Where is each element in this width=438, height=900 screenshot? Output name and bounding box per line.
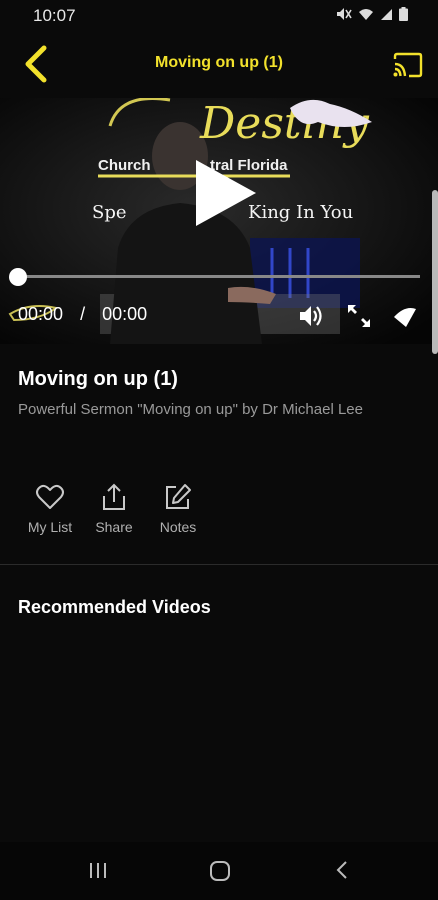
thumbnail-church-left: Church bbox=[98, 157, 151, 174]
share-label: Share bbox=[95, 519, 133, 535]
status-icons bbox=[336, 7, 408, 26]
volume-icon bbox=[300, 306, 322, 326]
home-button[interactable] bbox=[209, 860, 231, 887]
page-title: Moving on up (1) bbox=[155, 54, 283, 71]
fullscreen-button[interactable] bbox=[346, 303, 372, 329]
mute-icon bbox=[336, 7, 352, 26]
play-icon[interactable] bbox=[186, 158, 260, 228]
seek-bar[interactable] bbox=[18, 275, 420, 278]
system-back-icon bbox=[336, 861, 347, 879]
battery-icon bbox=[399, 7, 408, 26]
my-list-button[interactable]: My List bbox=[18, 482, 82, 535]
video-title: Moving on up (1) bbox=[18, 368, 178, 390]
status-time: 10:07 bbox=[33, 6, 76, 25]
action-row: My List Share Notes bbox=[18, 482, 210, 535]
system-back-button[interactable] bbox=[334, 860, 350, 885]
edit-icon bbox=[166, 484, 191, 509]
app-bar: Moving on up (1) bbox=[0, 32, 438, 98]
status-bar: 10:07 bbox=[0, 0, 438, 32]
seek-handle[interactable] bbox=[9, 268, 27, 286]
time-separator: / bbox=[80, 304, 86, 324]
recommended-heading: Recommended Videos bbox=[18, 597, 211, 617]
recent-apps-button[interactable] bbox=[88, 860, 108, 885]
notes-label: Notes bbox=[159, 519, 197, 535]
wifi-cast-icon bbox=[394, 308, 416, 327]
video-player[interactable]: Destiny Church tral Florida Spe King In … bbox=[0, 98, 438, 344]
cast-button[interactable] bbox=[392, 52, 424, 78]
current-time: 00:00 bbox=[18, 304, 64, 324]
wifi-icon bbox=[358, 8, 374, 26]
my-list-label: My List bbox=[27, 519, 73, 535]
scrollbar[interactable] bbox=[432, 190, 438, 354]
notes-button[interactable]: Notes bbox=[146, 482, 210, 535]
airplay-button[interactable] bbox=[392, 303, 418, 329]
recent-apps-icon bbox=[90, 863, 106, 878]
thumbnail-tagline-left: Spe bbox=[92, 202, 127, 223]
signal-icon bbox=[380, 8, 393, 26]
heart-icon bbox=[36, 484, 64, 509]
thumbnail-tagline-right: King In You bbox=[248, 202, 353, 223]
fullscreen-icon bbox=[348, 305, 370, 327]
duration: 00:00 bbox=[102, 304, 148, 324]
share-button[interactable]: Share bbox=[82, 482, 146, 535]
system-nav-bar bbox=[0, 842, 438, 900]
video-description: Powerful Sermon "Moving on up" by Dr Mic… bbox=[18, 401, 363, 418]
divider bbox=[0, 564, 438, 565]
share-icon bbox=[103, 483, 125, 510]
cast-icon bbox=[393, 52, 423, 78]
volume-button[interactable] bbox=[298, 303, 324, 329]
home-icon bbox=[210, 861, 230, 881]
time-display: 00:00 / 00:00 bbox=[18, 304, 147, 325]
